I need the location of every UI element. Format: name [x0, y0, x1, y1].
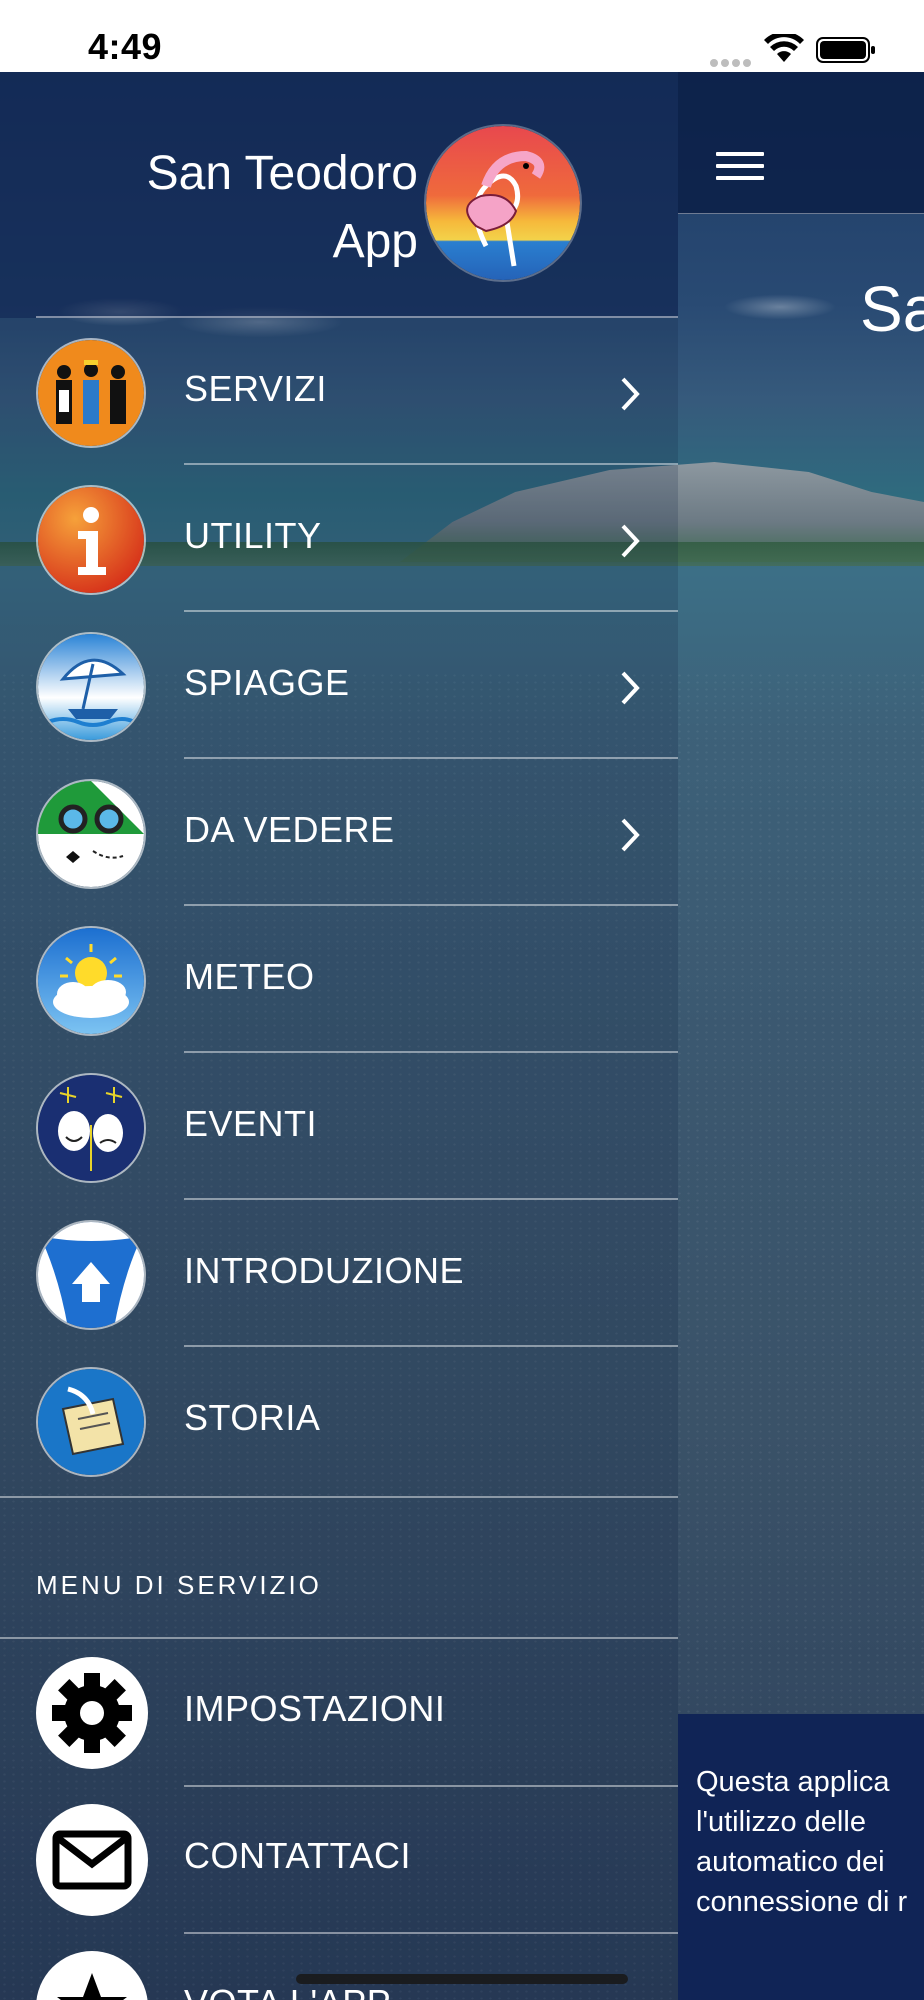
menu-item-servizi[interactable]: SERVIZI [0, 316, 678, 463]
menu-item-vota-app[interactable]: VOTA L'APP [0, 1932, 678, 2000]
status-time: 4:49 [88, 26, 163, 67]
curtain-stage-icon [38, 1222, 144, 1328]
battery-icon [816, 37, 875, 63]
info-icon [38, 487, 144, 593]
main-footer-text: Questa applica l'utilizzo delle automati… [696, 1766, 908, 1918]
menu-label-servizi: SERVIZI [184, 368, 327, 409]
menu-item-meteo[interactable]: METEO [0, 904, 678, 1051]
menu-label-da-vedere: DA VEDERE [184, 809, 395, 850]
weather-sun-cloud-icon [38, 928, 144, 1034]
mail-icon [36, 1804, 148, 1916]
menu-label-spiagge: SPIAGGE [184, 662, 350, 703]
menu-item-introduzione[interactable]: INTRODUZIONE [0, 1198, 678, 1345]
service-section-title: MENU DI SERVIZIO [36, 1570, 322, 1600]
chevron-right-icon [621, 818, 640, 852]
chevron-right-icon [621, 671, 640, 705]
theater-masks-icon [38, 1075, 144, 1181]
beach-umbrella-icon [38, 634, 144, 740]
drawer-header: San Teodoro App [0, 72, 678, 318]
gear-icon [36, 1657, 148, 1769]
hamburger-menu-icon[interactable] [716, 152, 764, 182]
menu-item-contattaci[interactable]: CONTATTACI [0, 1785, 678, 1932]
menu-label-eventi: EVENTI [184, 1103, 318, 1144]
menu-label-vota-app: VOTA L'APP [184, 1982, 391, 2000]
binoculars-map-icon [38, 781, 144, 887]
menu-item-utility[interactable]: UTILITY [0, 463, 678, 610]
menu-label-utility: UTILITY [184, 515, 322, 556]
home-indicator[interactable] [296, 1974, 628, 1984]
star-icon [36, 1951, 148, 2000]
menu-label-meteo: METEO [184, 956, 315, 997]
main-title: Sa [860, 273, 924, 345]
main-header [678, 72, 924, 214]
wifi-icon [764, 34, 804, 62]
menu-item-storia[interactable]: STORIA [0, 1345, 678, 1492]
menu-item-impostazioni[interactable]: IMPOSTAZIONI [0, 1638, 678, 1785]
menu-label-introduzione: INTRODUZIONE [184, 1250, 464, 1291]
menu-item-da-vedere[interactable]: DA VEDERE [0, 757, 678, 904]
chevron-right-icon [621, 524, 640, 558]
signal-dots-icon [710, 54, 754, 67]
workers-icon [38, 340, 144, 446]
menu-label-storia: STORIA [184, 1397, 321, 1438]
menu-item-spiagge[interactable]: SPIAGGE [0, 610, 678, 757]
status-bar: 4:49 [0, 0, 924, 72]
navigation-drawer: San Teodoro App SERVIZI UTILITY SPIAGGE … [0, 72, 678, 2000]
scroll-quill-icon [38, 1369, 144, 1475]
app-title: San Teodoro App [146, 147, 418, 268]
chevron-right-icon [621, 377, 640, 411]
main-content-pane[interactable]: Sa Questa applica l'utilizzo delle autom… [678, 72, 924, 2000]
flamingo-logo-icon [426, 126, 580, 280]
menu-item-eventi[interactable]: EVENTI [0, 1051, 678, 1198]
menu-label-impostazioni: IMPOSTAZIONI [184, 1688, 446, 1729]
menu-label-contattaci: CONTATTACI [184, 1835, 411, 1876]
section-divider [0, 1496, 678, 1498]
